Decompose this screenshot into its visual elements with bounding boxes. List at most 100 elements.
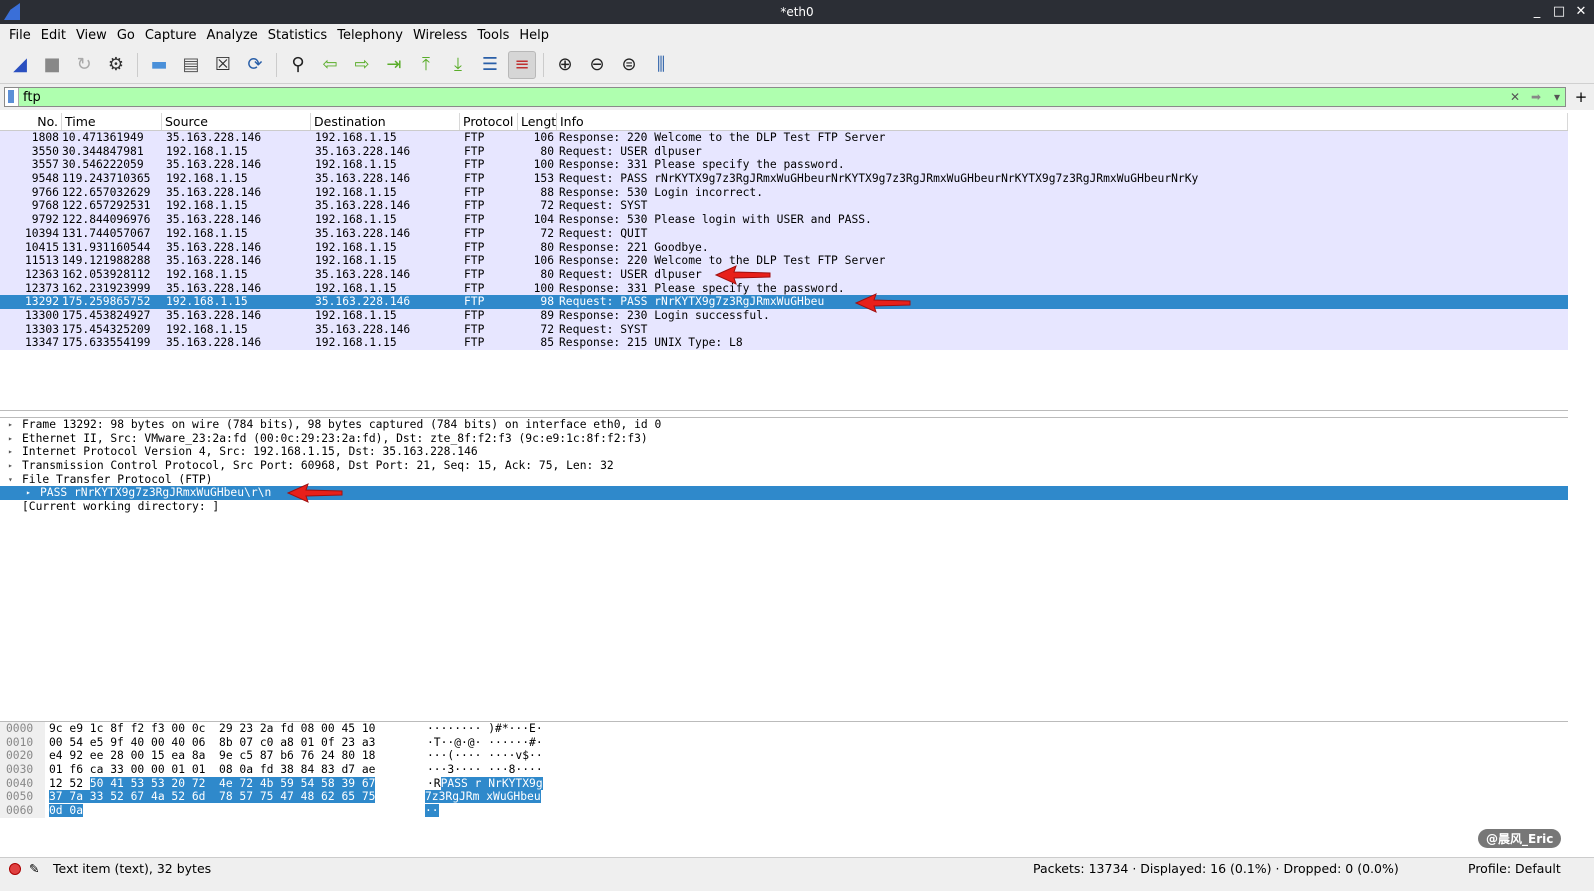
ascii-plain: ···(···· ····v$·· bbox=[427, 749, 543, 763]
clear-filter-icon[interactable]: ✕ bbox=[1507, 90, 1523, 104]
menu-analyze[interactable]: Analyze bbox=[202, 28, 263, 43]
packet-row[interactable]: 1808 10.471361949 35.163.228.146 192.168.1.… bbox=[0, 131, 1568, 145]
hex-bytes[interactable]: 01 f6 ca 33 00 00 01 01 08 0a fd 38 84 8… bbox=[45, 763, 405, 777]
go-forward-icon[interactable]: ⇨ bbox=[348, 51, 376, 79]
edit-comment-icon[interactable]: ✎ bbox=[29, 861, 43, 891]
hex-bytes[interactable]: 00 54 e5 9f 40 00 40 06 8b 07 c0 a8 01 0… bbox=[45, 736, 405, 750]
expert-info-icon[interactable] bbox=[9, 863, 21, 875]
packet-row[interactable]: 12373 162.231923999 35.163.228.146 192.168.… bbox=[0, 281, 1568, 296]
packet-row[interactable]: 12363 162.053928112 192.168.1.15 35.163.228… bbox=[0, 267, 1568, 282]
menu-help[interactable]: Help bbox=[514, 28, 554, 43]
column-header-protocol[interactable]: Protocol bbox=[460, 113, 518, 130]
packet-protocol: FTP bbox=[464, 295, 485, 309]
packet-protocol: FTP bbox=[464, 308, 485, 322]
expand-toggle-icon[interactable]: ▸ bbox=[8, 432, 22, 446]
hex-bytes[interactable]: e4 92 ee 28 00 15 ea 8a 9e c5 87 b6 76 2… bbox=[45, 749, 405, 763]
ascii-bytes[interactable]: ···(···· ····v$·· bbox=[405, 749, 543, 763]
packet-row[interactable]: 9548 119.243710365 192.168.1.15 35.163.228.… bbox=[0, 172, 1568, 186]
go-to-packet-icon[interactable]: ⇥ bbox=[380, 51, 408, 79]
menu-edit[interactable]: Edit bbox=[36, 28, 71, 43]
packet-length: 153 bbox=[533, 172, 554, 186]
menu-wireless[interactable]: Wireless bbox=[408, 28, 472, 43]
hex-bytes[interactable]: 37 7a 33 52 67 4a 52 6d 78 57 75 47 48 6… bbox=[45, 790, 405, 804]
red-arrow-annotation bbox=[714, 265, 771, 285]
close-button[interactable]: ✕ bbox=[1570, 0, 1592, 24]
packet-row[interactable]: 9792 122.844096976 35.163.228.146 192.168.1… bbox=[0, 213, 1568, 227]
hex-bytes[interactable]: 12 52 50 41 53 53 20 72 4e 72 4b 59 54 5… bbox=[45, 776, 405, 791]
autoscroll-icon[interactable]: ☰ bbox=[476, 51, 504, 79]
start-capture-icon[interactable]: ◢ bbox=[6, 51, 34, 79]
detail-tree-item[interactable]: [Current working directory: ] bbox=[0, 500, 1568, 514]
filter-history-dropdown-icon[interactable]: ▾ bbox=[1549, 90, 1565, 104]
expand-toggle-icon[interactable]: ▸ bbox=[26, 486, 40, 500]
detail-tree-item[interactable]: ▸ Transmission Control Protocol, Src Port… bbox=[0, 459, 1568, 473]
resize-columns-icon[interactable]: ⫼ bbox=[647, 51, 675, 79]
detail-tree-item[interactable]: ▸ PASS rNrKYTX9g7z3RgJRmxWuGHbeu\r\n bbox=[0, 486, 1568, 501]
hex-bytes[interactable]: 9c e9 1c 8f f2 f3 00 0c 29 23 2a fd 08 0… bbox=[45, 722, 405, 736]
first-packet-icon[interactable]: ⤒ bbox=[412, 51, 440, 79]
packet-row[interactable]: 9766 122.657032629 35.163.228.146 192.168.1… bbox=[0, 185, 1568, 200]
menu-view[interactable]: View bbox=[71, 28, 112, 43]
column-header-info[interactable]: Info bbox=[557, 113, 1568, 130]
add-filter-button[interactable]: + bbox=[1572, 88, 1590, 106]
open-file-icon[interactable]: ▬ bbox=[145, 51, 173, 79]
hex-bytes[interactable]: 0d 0a bbox=[45, 804, 405, 818]
zoom-out-icon[interactable]: ⊖ bbox=[583, 51, 611, 79]
ascii-bytes[interactable]: ·T··@·@· ······#· bbox=[405, 736, 543, 750]
last-packet-icon[interactable]: ⤓ bbox=[444, 51, 472, 79]
apply-filter-icon[interactable]: ➡ bbox=[1523, 90, 1549, 104]
packet-row[interactable]: 10415 131.931160544 35.163.228.146 192.168.… bbox=[0, 240, 1568, 255]
detail-tree-item[interactable]: ▾ File Transfer Protocol (FTP) bbox=[0, 473, 1568, 487]
detail-tree-item[interactable]: ▸ Internet Protocol Version 4, Src: 192.1… bbox=[0, 445, 1568, 459]
menu-telephony[interactable]: Telephony bbox=[332, 28, 408, 43]
ascii-bytes[interactable]: ·· bbox=[405, 804, 439, 818]
packet-info: Response: 530 Please login with USER and… bbox=[559, 213, 872, 227]
ascii-bytes[interactable]: ·RPASS r NrKYTX9g bbox=[405, 776, 543, 791]
zoom-reset-icon[interactable]: ⊜ bbox=[615, 51, 643, 79]
packet-row[interactable]: 3550 30.344847981 192.168.1.15 35.163.228.1… bbox=[0, 144, 1568, 159]
save-file-icon[interactable]: ▤ bbox=[177, 51, 205, 79]
expand-toggle-icon[interactable]: ▸ bbox=[8, 445, 22, 459]
menu-tools[interactable]: Tools bbox=[472, 28, 514, 43]
bookmark-icon[interactable] bbox=[5, 88, 19, 106]
minimize-button[interactable]: _ bbox=[1526, 0, 1548, 24]
packet-row[interactable]: 13347 175.633554199 35.163.228.146 192.168.… bbox=[0, 336, 1568, 350]
go-back-icon[interactable]: ⇦ bbox=[316, 51, 344, 79]
ascii-bytes[interactable]: 7z3RgJRm xWuGHbeu bbox=[405, 790, 541, 804]
find-packet-icon[interactable]: ⚲ bbox=[284, 51, 312, 79]
column-header-length[interactable]: Length bbox=[518, 113, 557, 130]
expand-toggle-icon[interactable]: ▾ bbox=[8, 473, 22, 487]
menu-capture[interactable]: Capture bbox=[140, 28, 202, 43]
expand-toggle-icon[interactable]: ▸ bbox=[8, 459, 22, 473]
packet-row[interactable]: 13300 175.453824927 35.163.228.146 192.168.… bbox=[0, 308, 1568, 323]
menu-go[interactable]: Go bbox=[112, 28, 140, 43]
ascii-bytes[interactable]: ···3···· ···8···· bbox=[405, 763, 543, 777]
packet-row[interactable]: 13292 175.259865752 192.168.1.15 35.163.228… bbox=[0, 295, 1568, 309]
menu-file[interactable]: File bbox=[4, 28, 36, 43]
packet-row[interactable]: 9768 122.657292531 192.168.1.15 35.163.228.… bbox=[0, 199, 1568, 214]
packet-row[interactable]: 13303 175.454325209 192.168.1.15 35.163.228… bbox=[0, 322, 1568, 337]
column-header-time[interactable]: Time bbox=[62, 113, 162, 130]
restart-capture-icon[interactable]: ↻ bbox=[70, 51, 98, 79]
reload-file-icon[interactable]: ⟳ bbox=[241, 51, 269, 79]
profile-selector[interactable]: Profile: Default bbox=[1468, 861, 1561, 891]
column-header-destination[interactable]: Destination bbox=[311, 113, 460, 130]
packet-row[interactable]: 11513 149.121988288 35.163.228.146 192.168.… bbox=[0, 254, 1568, 268]
ascii-bytes[interactable]: ········ )#*···E· bbox=[405, 722, 543, 736]
menu-statistics[interactable]: Statistics bbox=[263, 28, 332, 43]
packet-row[interactable]: 10394 131.744057067 192.168.1.15 35.163.228… bbox=[0, 226, 1568, 241]
column-header-no[interactable]: No. bbox=[0, 113, 62, 130]
stop-capture-icon[interactable]: ■ bbox=[38, 51, 66, 79]
maximize-button[interactable]: □ bbox=[1548, 0, 1570, 24]
column-header-source[interactable]: Source bbox=[162, 113, 311, 130]
detail-tree-item[interactable]: ▸ Frame 13292: 98 bytes on wire (784 bits… bbox=[0, 418, 1568, 432]
detail-tree-item[interactable]: ▸ Ethernet II, Src: VMware_23:2a:fd (00:0… bbox=[0, 432, 1568, 446]
packet-row[interactable]: 3557 30.546222059 35.163.228.146 192.168.1.… bbox=[0, 158, 1568, 173]
close-file-icon[interactable]: ☒ bbox=[209, 51, 237, 79]
capture-options-icon[interactable]: ⚙ bbox=[102, 51, 130, 79]
zoom-in-icon[interactable]: ⊕ bbox=[551, 51, 579, 79]
expand-toggle-icon[interactable]: ▸ bbox=[8, 418, 22, 432]
colorize-icon[interactable]: ≡ bbox=[508, 50, 536, 79]
display-filter-input[interactable] bbox=[19, 89, 1507, 105]
expand-toggle-icon[interactable] bbox=[8, 500, 22, 514]
